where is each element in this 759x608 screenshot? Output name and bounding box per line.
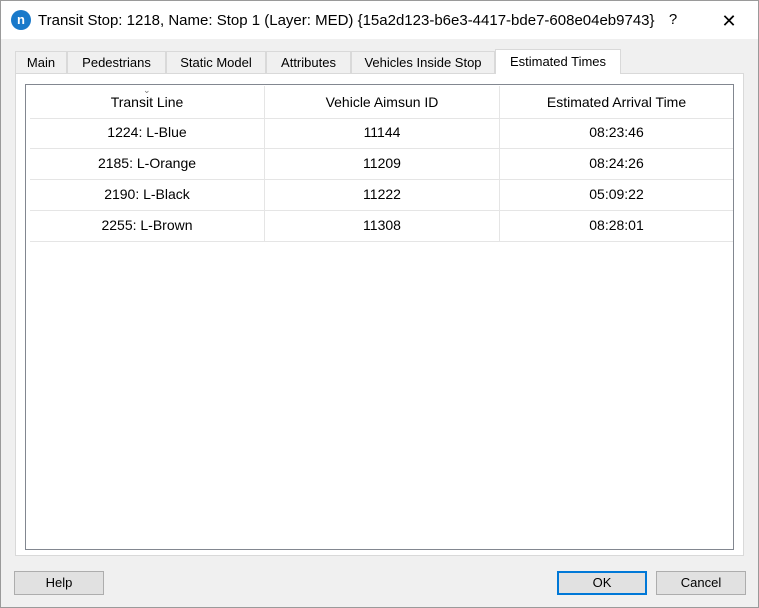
table-header: ⌄ Transit Line Vehicle Aimsun ID Estimat… — [30, 85, 733, 119]
column-header-transit-line[interactable]: ⌄ Transit Line — [30, 85, 265, 118]
cell-transit-line: 1224: L-Blue — [30, 118, 265, 148]
dialog-window: n Transit Stop: 1218, Name: Stop 1 (Laye… — [0, 0, 759, 608]
table-row[interactable]: 2190: L-Black 11222 05:09:22 — [30, 180, 733, 211]
cell-vehicle-id: 11222 — [265, 180, 500, 210]
title-bar: n Transit Stop: 1218, Name: Stop 1 (Laye… — [1, 1, 758, 39]
help-button[interactable]: Help — [14, 571, 104, 595]
app-icon: n — [11, 10, 31, 30]
column-header-vehicle-aimsun-id[interactable]: Vehicle Aimsun ID — [265, 86, 500, 118]
estimated-times-table[interactable]: ⌄ Transit Line Vehicle Aimsun ID Estimat… — [25, 84, 734, 550]
help-icon[interactable]: ? — [662, 9, 684, 31]
tab-attributes[interactable]: Attributes — [266, 51, 351, 73]
table-row[interactable]: 2255: L-Brown 11308 08:28:01 — [30, 211, 733, 242]
cancel-button[interactable]: Cancel — [656, 571, 746, 595]
cell-vehicle-id: 11308 — [265, 211, 500, 241]
cell-arrival-time: 08:23:46 — [589, 124, 644, 140]
ok-button[interactable]: OK — [557, 571, 647, 595]
tab-main[interactable]: Main — [15, 51, 67, 73]
tab-estimated-times[interactable]: Estimated Times — [495, 49, 621, 74]
tab-static-model[interactable]: Static Model — [166, 51, 266, 73]
cell-transit-line: 2185: L-Orange — [30, 149, 265, 179]
table-row[interactable]: 1224: L-Blue 11144 08:23:46 — [30, 118, 733, 149]
cell-vehicle-id: 11209 — [265, 149, 500, 179]
cell-transit-line: 2190: L-Black — [30, 180, 265, 210]
tab-pedestrians[interactable]: Pedestrians — [67, 51, 166, 73]
tab-vehicles-inside-stop[interactable]: Vehicles Inside Stop — [351, 51, 495, 73]
cell-vehicle-id: 11144 — [265, 118, 500, 148]
cell-transit-line: 2255: L-Brown — [30, 211, 265, 241]
sort-indicator-icon: ⌄ — [143, 85, 151, 95]
table-body: 1224: L-Blue 11144 08:23:46 2185: L-Oran… — [30, 118, 733, 242]
column-header-estimated-arrival-time[interactable]: Estimated Arrival Time — [500, 86, 733, 118]
cell-arrival-time: 05:09:22 — [589, 186, 644, 202]
cell-arrival-time: 08:24:26 — [589, 155, 644, 171]
cell-arrival-time: 08:28:01 — [589, 217, 644, 233]
window-title: Transit Stop: 1218, Name: Stop 1 (Layer:… — [38, 12, 655, 29]
tab-panel: ⌄ Transit Line Vehicle Aimsun ID Estimat… — [15, 73, 744, 556]
table-row[interactable]: 2185: L-Orange 11209 08:24:26 — [30, 149, 733, 180]
close-icon[interactable]: ✕ — [716, 9, 742, 33]
